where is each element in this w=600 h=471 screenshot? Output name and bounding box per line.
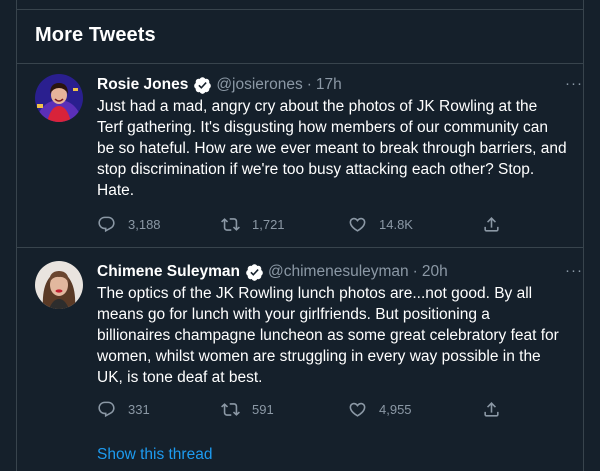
like-count: 4,955 <box>379 401 412 417</box>
heart-icon <box>349 217 366 232</box>
tweet[interactable]: Chimene Suleyman @chimenesuleyman · 20h … <box>17 261 583 431</box>
share-button[interactable] <box>482 400 513 419</box>
tweet-text: Just had a mad, angry cry about the phot… <box>97 98 567 199</box>
timestamp[interactable]: 20h <box>422 263 448 281</box>
retweet-count: 1,721 <box>252 216 285 232</box>
share-icon <box>484 401 499 417</box>
reply-count: 3,188 <box>128 216 161 232</box>
like-button[interactable]: 4,955 <box>348 400 412 419</box>
retweet-count: 591 <box>252 401 274 417</box>
divider <box>17 63 583 64</box>
verified-badge-icon <box>245 263 264 282</box>
top-divider <box>17 9 583 10</box>
author-name[interactable]: Chimene Suleyman <box>97 263 240 281</box>
like-button[interactable]: 14.8K <box>348 215 413 234</box>
heart-icon <box>349 402 366 417</box>
section-title: More Tweets <box>35 24 156 46</box>
more-options-icon[interactable]: ··· <box>565 74 583 94</box>
retweet-icon <box>221 217 240 231</box>
more-options-icon[interactable]: ··· <box>565 261 583 281</box>
avatar[interactable] <box>35 74 83 122</box>
separator-dot: · <box>306 76 312 93</box>
timeline-border-right <box>583 0 584 471</box>
separator-dot: · <box>412 263 418 280</box>
author-name[interactable]: Rosie Jones <box>97 76 188 94</box>
author-handle[interactable]: @chimenesuleyman <box>268 263 409 281</box>
timestamp[interactable]: 17h <box>316 76 342 94</box>
retweet-icon <box>221 402 240 416</box>
retweet-button[interactable]: 1,721 <box>221 215 285 234</box>
tweet-actions: 3,188 1,721 14.8K <box>97 214 567 234</box>
tweet-text: The optics of the JK Rowling lunch photo… <box>97 285 559 386</box>
avatar[interactable] <box>35 261 83 309</box>
retweet-button[interactable]: 591 <box>221 400 274 419</box>
tweet-actions: 331 591 4,955 <box>97 399 567 419</box>
share-icon <box>484 216 499 232</box>
like-count: 14.8K <box>379 216 413 232</box>
reply-icon <box>98 216 115 232</box>
verified-badge-icon <box>193 76 212 95</box>
show-thread-link[interactable]: Show this thread <box>97 446 212 464</box>
reply-count: 331 <box>128 401 150 417</box>
reply-button[interactable]: 331 <box>97 400 150 419</box>
tweet-header: Rosie Jones @josierones · 17h <box>97 74 567 96</box>
divider <box>17 247 583 248</box>
tweet[interactable]: Rosie Jones @josierones · 17h ··· Just h… <box>17 74 583 244</box>
author-handle[interactable]: @josierones <box>216 76 302 94</box>
share-button[interactable] <box>482 215 513 234</box>
reply-button[interactable]: 3,188 <box>97 215 161 234</box>
tweet-header: Chimene Suleyman @chimenesuleyman · 20h <box>97 261 567 283</box>
reply-icon <box>98 401 115 417</box>
